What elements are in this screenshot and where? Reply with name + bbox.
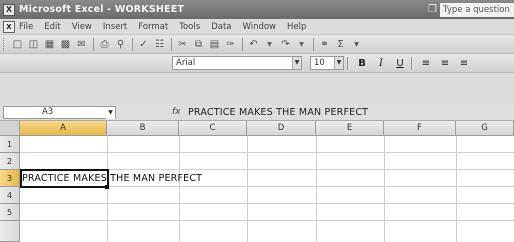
column-header-d[interactable]: D bbox=[247, 121, 316, 136]
font-name-dropdown-icon[interactable]: ▼ bbox=[292, 57, 301, 69]
row-header-5[interactable]: 5 bbox=[0, 204, 20, 221]
title-bar: X Microsoft Excel - WORKSHEET ❒ Type a q… bbox=[0, 0, 514, 19]
gridline bbox=[20, 152, 514, 153]
row-header-2[interactable]: 2 bbox=[0, 153, 20, 170]
font-size-dropdown-icon[interactable]: ▼ bbox=[334, 57, 343, 69]
column-header-f[interactable]: F bbox=[384, 121, 456, 136]
underline-button[interactable]: U bbox=[392, 56, 408, 71]
print-icon[interactable]: ⎙ bbox=[97, 37, 112, 52]
workbook-icon[interactable]: X bbox=[3, 20, 15, 33]
formatting-toolbar: Arial ▼ 10 ▼ B I U ≡ ≡ ≡ bbox=[0, 54, 514, 73]
column-header-g[interactable]: G bbox=[456, 121, 514, 136]
insert-function-icon[interactable]: fx bbox=[172, 107, 188, 117]
column-header-a[interactable]: A bbox=[20, 121, 107, 136]
row-header-4[interactable]: 4 bbox=[0, 187, 20, 204]
worksheet-grid[interactable]: A B C D E F G 1 2 3 4 5 PRACTICE MAKES T… bbox=[0, 121, 514, 242]
bold-button[interactable]: B bbox=[354, 56, 370, 71]
name-box-dropdown-icon[interactable]: ▼ bbox=[106, 106, 115, 119]
copy-icon[interactable]: ⧉ bbox=[191, 37, 206, 52]
menu-data[interactable]: Data bbox=[211, 22, 231, 32]
undo-icon[interactable]: ↶ bbox=[246, 37, 261, 52]
permission-icon[interactable]: ▩ bbox=[58, 37, 73, 52]
spelling-icon[interactable]: ✓ bbox=[136, 37, 151, 52]
autosum-icon[interactable]: Σ bbox=[333, 37, 348, 52]
font-size-select[interactable]: 10 ▼ bbox=[310, 56, 344, 70]
window-title: Microsoft Excel - WORKSHEET bbox=[19, 4, 185, 15]
select-all-button[interactable] bbox=[0, 121, 20, 136]
autosum-dropdown-icon[interactable]: ▼ bbox=[349, 37, 364, 52]
align-right-icon[interactable]: ≡ bbox=[456, 56, 472, 71]
row-header-1[interactable]: 1 bbox=[0, 136, 20, 153]
name-box[interactable]: A3 ▼ bbox=[3, 105, 116, 119]
active-cell-a3[interactable] bbox=[20, 169, 109, 188]
menu-tools[interactable]: Tools bbox=[179, 22, 200, 32]
format-painter-icon[interactable]: ✑ bbox=[223, 37, 238, 52]
new-icon[interactable]: □ bbox=[10, 37, 25, 52]
excel-icon[interactable]: X bbox=[3, 3, 15, 16]
hyperlink-icon[interactable]: ⚭ bbox=[317, 37, 332, 52]
menu-insert[interactable]: Insert bbox=[103, 22, 127, 32]
gridline bbox=[20, 203, 514, 204]
undo-dropdown-icon[interactable]: ▼ bbox=[262, 37, 277, 52]
help-area: ❒ Type a question bbox=[428, 2, 514, 17]
gridline bbox=[20, 220, 514, 221]
toolbar-separator bbox=[171, 37, 172, 51]
menu-window[interactable]: Window bbox=[242, 22, 276, 32]
help-question-box[interactable]: Type a question bbox=[440, 2, 514, 17]
toolbar-separator bbox=[313, 37, 314, 51]
save-icon[interactable]: ▦ bbox=[42, 37, 57, 52]
toolbar-grip[interactable] bbox=[3, 37, 6, 51]
help-search-icon: ❒ bbox=[428, 4, 437, 15]
row-header-6[interactable] bbox=[0, 221, 20, 242]
toolbar-area bbox=[0, 73, 514, 104]
align-left-icon[interactable]: ≡ bbox=[418, 56, 434, 71]
research-icon[interactable]: ☷ bbox=[152, 37, 167, 52]
formula-bar: A3 ▼ fx PRACTICE MAKES THE MAN PERFECT bbox=[0, 104, 514, 121]
toolbar-separator bbox=[132, 37, 133, 51]
menu-bar: X File Edit View Insert Format Tools Dat… bbox=[0, 19, 514, 35]
menu-file[interactable]: File bbox=[19, 22, 33, 32]
font-name-value: Arial bbox=[176, 58, 196, 68]
menu-format[interactable]: Format bbox=[138, 22, 168, 32]
open-icon[interactable]: ◫ bbox=[26, 37, 41, 52]
column-header-c[interactable]: C bbox=[179, 121, 247, 136]
redo-dropdown-icon[interactable]: ▼ bbox=[294, 37, 309, 52]
toolbar-separator bbox=[411, 56, 412, 70]
standard-toolbar: □ ◫ ▦ ▩ ✉ ⎙ ⚲ ✓ ☷ ✂ ⧉ ▤ ✑ ↶ ▼ ↷ ▼ ⚭ Σ ▼ bbox=[0, 35, 514, 54]
menu-view[interactable]: View bbox=[72, 22, 92, 32]
name-box-value: A3 bbox=[42, 106, 54, 117]
row-header-3[interactable]: 3 bbox=[0, 170, 20, 187]
align-center-icon[interactable]: ≡ bbox=[437, 56, 453, 71]
column-header-b[interactable]: B bbox=[107, 121, 179, 136]
italic-button[interactable]: I bbox=[373, 56, 389, 71]
redo-icon[interactable]: ↷ bbox=[278, 37, 293, 52]
email-icon[interactable]: ✉ bbox=[74, 37, 89, 52]
toolbar-separator bbox=[347, 56, 348, 70]
print-preview-icon[interactable]: ⚲ bbox=[113, 37, 128, 52]
formula-input[interactable]: PRACTICE MAKES THE MAN PERFECT bbox=[188, 107, 368, 118]
menu-help[interactable]: Help bbox=[287, 22, 306, 32]
toolbar-separator bbox=[242, 37, 243, 51]
paste-icon[interactable]: ▤ bbox=[207, 37, 222, 52]
menu-edit[interactable]: Edit bbox=[44, 22, 60, 32]
font-name-select[interactable]: Arial ▼ bbox=[172, 56, 302, 70]
cut-icon[interactable]: ✂ bbox=[175, 37, 190, 52]
fill-handle[interactable] bbox=[105, 185, 109, 189]
toolbar-separator bbox=[93, 37, 94, 51]
column-header-e[interactable]: E bbox=[316, 121, 384, 136]
font-size-value: 10 bbox=[314, 58, 325, 68]
